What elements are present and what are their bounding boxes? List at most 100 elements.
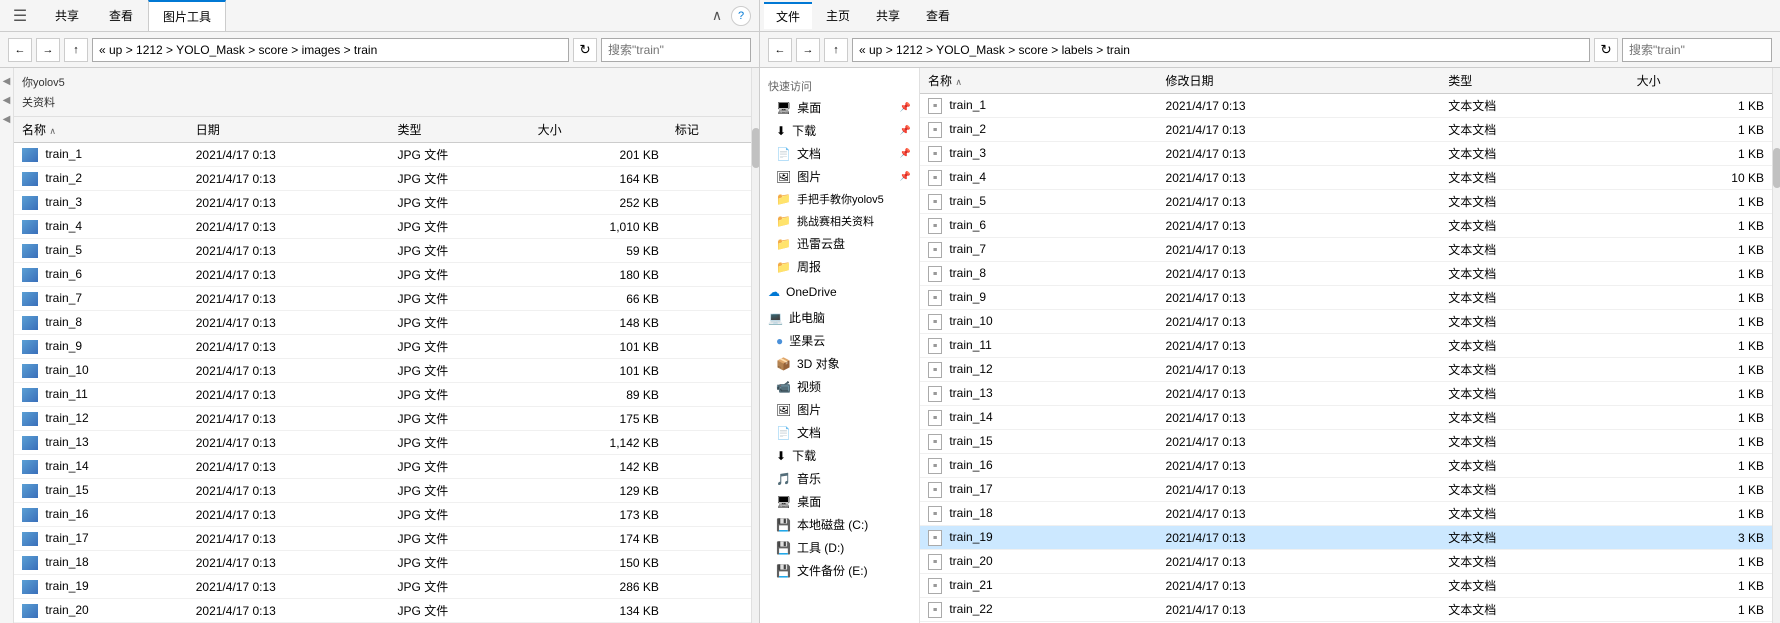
sidebar-item-music[interactable]: 🎵 音乐 [760,467,919,490]
left-tab-share[interactable]: 共享 [40,0,94,31]
left-file-row[interactable]: train_16 2021/4/17 0:13 JPG 文件 173 KB [14,503,751,527]
left-tab-view[interactable]: 查看 [94,0,148,31]
right-file-row[interactable]: ≡ train_12 2021/4/17 0:13 文本文档 1 KB [920,358,1772,382]
left-tab-picture-tools[interactable]: 图片工具 [148,0,226,31]
col-date[interactable]: 日期 [188,117,390,143]
right-refresh-btn[interactable]: ↻ [1594,38,1618,62]
sidebar-item-documents[interactable]: 📄 文档 [760,421,919,444]
right-file-row[interactable]: ≡ train_15 2021/4/17 0:13 文本文档 1 KB [920,430,1772,454]
right-file-row[interactable]: ≡ train_9 2021/4/17 0:13 文本文档 1 KB [920,286,1772,310]
sidebar-item-weekly[interactable]: 📁 周报 [760,255,919,278]
left-expand-btn[interactable]: ☰ [0,6,40,26]
left-file-row[interactable]: train_14 2021/4/17 0:13 JPG 文件 142 KB [14,455,751,479]
right-file-row[interactable]: ≡ train_21 2021/4/17 0:13 文本文档 1 KB [920,574,1772,598]
right-file-row[interactable]: ≡ train_10 2021/4/17 0:13 文本文档 1 KB [920,310,1772,334]
sidebar-item-drive-d[interactable]: 💾 工具 (D:) [760,536,919,559]
left-file-row[interactable]: train_3 2021/4/17 0:13 JPG 文件 252 KB [14,191,751,215]
right-tab-view[interactable]: 查看 [914,3,962,28]
right-file-row[interactable]: ≡ train_18 2021/4/17 0:13 文本文档 1 KB [920,502,1772,526]
left-file-row[interactable]: train_6 2021/4/17 0:13 JPG 文件 180 KB [14,263,751,287]
right-file-row[interactable]: ≡ train_16 2021/4/17 0:13 文本文档 1 KB [920,454,1772,478]
right-file-row[interactable]: ≡ train_7 2021/4/17 0:13 文本文档 1 KB [920,238,1772,262]
left-file-row[interactable]: train_4 2021/4/17 0:13 JPG 文件 1,010 KB [14,215,751,239]
left-file-row[interactable]: train_9 2021/4/17 0:13 JPG 文件 101 KB [14,335,751,359]
right-back-btn[interactable]: ← [768,38,792,62]
side-arrow-3[interactable]: ◀ [3,114,11,125]
right-col-name[interactable]: 名称 ∧ [920,68,1158,94]
sidebar-item-jianguoyun[interactable]: ● 坚果云 [760,329,919,352]
left-file-row[interactable]: train_10 2021/4/17 0:13 JPG 文件 101 KB [14,359,751,383]
back-btn[interactable]: ← [8,38,32,62]
col-size[interactable]: 大小 [530,117,667,143]
right-tab-share[interactable]: 共享 [864,3,912,28]
right-file-row[interactable]: ≡ train_22 2021/4/17 0:13 文本文档 1 KB [920,598,1772,622]
sidebar-item-onedrive[interactable]: ☁ OneDrive [760,282,919,302]
sidebar-item-desktop[interactable]: 🖥 桌面 📌 [760,96,919,119]
left-file-row[interactable]: train_12 2021/4/17 0:13 JPG 文件 175 KB [14,407,751,431]
left-file-row[interactable]: train_1 2021/4/17 0:13 JPG 文件 201 KB [14,143,751,167]
right-forward-btn[interactable]: → [796,38,820,62]
right-file-row[interactable]: ≡ train_5 2021/4/17 0:13 文本文档 1 KB [920,190,1772,214]
left-search-input[interactable] [601,38,751,62]
right-up-btn[interactable]: ↑ [824,38,848,62]
sidebar-item-competition[interactable]: 📁 挑战赛相关资料 [760,210,919,232]
help-btn[interactable]: ? [731,6,751,26]
right-scroll-thumb[interactable] [1773,148,1780,188]
right-file-row[interactable]: ≡ train_20 2021/4/17 0:13 文本文档 1 KB [920,550,1772,574]
col-name[interactable]: 名称 ∧ [14,117,188,143]
sidebar-item-yolov5[interactable]: 📁 手把手教你yolov5 [760,188,919,210]
left-quick-item-yolov5[interactable]: 你yolov5 [18,72,751,92]
right-file-row[interactable]: ≡ train_13 2021/4/17 0:13 文本文档 1 KB [920,382,1772,406]
sidebar-item-thispc[interactable]: 💻 此电脑 [760,306,919,329]
right-col-date[interactable]: 修改日期 [1158,68,1441,94]
sidebar-item-videos[interactable]: 📹 视频 [760,375,919,398]
left-file-row[interactable]: train_17 2021/4/17 0:13 JPG 文件 174 KB [14,527,751,551]
left-file-row[interactable]: train_2 2021/4/17 0:13 JPG 文件 164 KB [14,167,751,191]
left-file-row[interactable]: train_11 2021/4/17 0:13 JPG 文件 89 KB [14,383,751,407]
sidebar-item-docs[interactable]: 📄 文档 📌 [760,142,919,165]
left-quick-item-resource[interactable]: 关资料 [18,92,751,112]
left-file-row[interactable]: train_19 2021/4/17 0:13 JPG 文件 286 KB [14,575,751,599]
left-address-bar[interactable] [92,38,569,62]
right-tab-home[interactable]: 主页 [814,3,862,28]
left-scrollbar[interactable] [751,68,759,623]
sidebar-item-desktop2[interactable]: 🖥 桌面 [760,490,919,513]
col-mark[interactable]: 标记 [667,117,751,143]
left-file-row[interactable]: train_15 2021/4/17 0:13 JPG 文件 129 KB [14,479,751,503]
left-file-row[interactable]: train_13 2021/4/17 0:13 JPG 文件 1,142 KB [14,431,751,455]
right-address-bar[interactable] [852,38,1590,62]
sidebar-item-backup-e[interactable]: 💾 文件备份 (E:) [760,559,919,582]
right-col-type[interactable]: 类型 [1440,68,1628,94]
sidebar-item-pictures[interactable]: 🖼 图片 📌 [760,165,919,188]
left-file-row[interactable]: train_18 2021/4/17 0:13 JPG 文件 150 KB [14,551,751,575]
up-btn[interactable]: ↑ [64,38,88,62]
left-file-row[interactable]: train_20 2021/4/17 0:13 JPG 文件 134 KB [14,599,751,623]
left-scroll-thumb[interactable] [752,128,759,168]
right-file-row[interactable]: ≡ train_1 2021/4/17 0:13 文本文档 1 KB [920,94,1772,118]
right-search-input[interactable] [1622,38,1772,62]
left-refresh-btn[interactable]: ↻ [573,38,597,62]
left-file-row[interactable]: train_5 2021/4/17 0:13 JPG 文件 59 KB [14,239,751,263]
right-file-row[interactable]: ≡ train_17 2021/4/17 0:13 文本文档 1 KB [920,478,1772,502]
right-file-row[interactable]: ≡ train_19 2021/4/17 0:13 文本文档 3 KB [920,526,1772,550]
forward-btn[interactable]: → [36,38,60,62]
sidebar-item-cloud[interactable]: 📁 迅雷云盘 [760,232,919,255]
left-file-row[interactable]: train_7 2021/4/17 0:13 JPG 文件 66 KB [14,287,751,311]
left-file-row[interactable]: train_8 2021/4/17 0:13 JPG 文件 148 KB [14,311,751,335]
sidebar-item-images[interactable]: 🖼 图片 [760,398,919,421]
col-type[interactable]: 类型 [390,117,530,143]
right-file-row[interactable]: ≡ train_8 2021/4/17 0:13 文本文档 1 KB [920,262,1772,286]
right-col-size[interactable]: 大小 [1629,68,1772,94]
side-arrow-1[interactable]: ◀ [3,76,11,87]
right-file-row[interactable]: ≡ train_14 2021/4/17 0:13 文本文档 1 KB [920,406,1772,430]
sidebar-item-download[interactable]: ⬇ 下载 📌 [760,119,919,142]
right-file-row[interactable]: ≡ train_3 2021/4/17 0:13 文本文档 1 KB [920,142,1772,166]
right-file-row[interactable]: ≡ train_11 2021/4/17 0:13 文本文档 1 KB [920,334,1772,358]
right-tab-file[interactable]: 文件 [764,2,812,29]
left-collapse-btn[interactable]: ∧ [707,6,727,26]
side-arrow-2[interactable]: ◀ [3,95,11,106]
right-scrollbar[interactable] [1772,68,1780,623]
right-file-row[interactable]: ≡ train_2 2021/4/17 0:13 文本文档 1 KB [920,118,1772,142]
sidebar-item-downloads[interactable]: ⬇ 下载 [760,444,919,467]
sidebar-item-local-c[interactable]: 💾 本地磁盘 (C:) [760,513,919,536]
